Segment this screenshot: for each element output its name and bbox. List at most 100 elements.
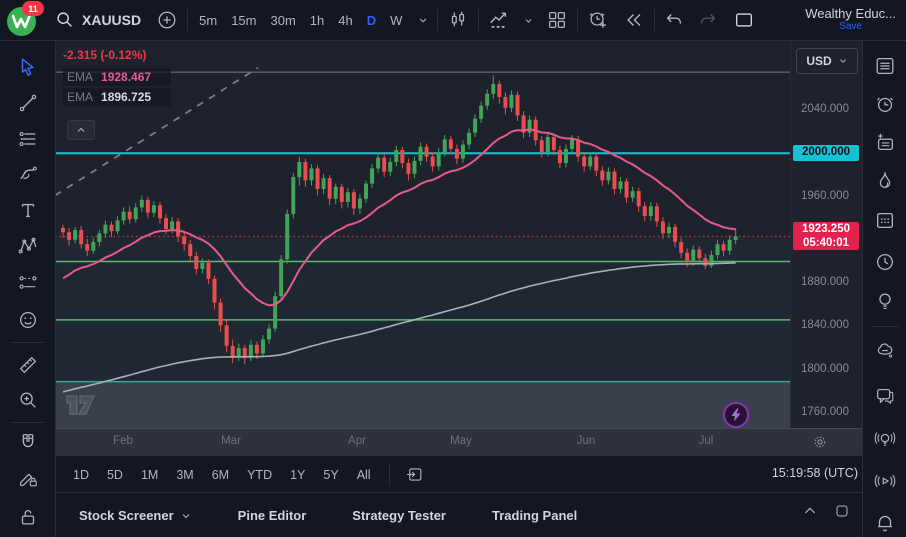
- ideas-button[interactable]: [868, 284, 902, 318]
- streams-button[interactable]: [868, 464, 902, 498]
- range-button-1y[interactable]: 1Y: [282, 464, 313, 486]
- redo-button[interactable]: [693, 5, 723, 35]
- undo-icon: [663, 9, 685, 31]
- price-tick: 2040.000: [801, 103, 849, 115]
- layout-grid-button[interactable]: [541, 5, 573, 35]
- range-button-5y[interactable]: 5Y: [315, 464, 346, 486]
- flame-icon: [874, 170, 896, 192]
- live-ideas-button[interactable]: [868, 422, 902, 456]
- range-button-3m[interactable]: 3M: [168, 464, 201, 486]
- month-label: Apr: [348, 435, 366, 447]
- go-to-date-button[interactable]: [400, 462, 430, 488]
- footer-tab-pine-editor[interactable]: Pine Editor: [228, 502, 317, 529]
- time-axis[interactable]: FebMarAprMayJunJul: [55, 428, 862, 456]
- account-menu[interactable]: Wealthy Educ... Save: [805, 7, 896, 33]
- position-tool-button[interactable]: [11, 266, 45, 300]
- range-button-1m[interactable]: 1M: [133, 464, 166, 486]
- chart-style-button[interactable]: [442, 5, 474, 35]
- main-area: USD 2040.0001960.0001880.0001840.0001800…: [55, 40, 862, 537]
- panel-maximize-button[interactable]: [834, 503, 850, 519]
- axis-settings-button[interactable]: [803, 431, 837, 453]
- divider: [11, 342, 44, 343]
- drawing-toolbar: [0, 40, 56, 537]
- compare-add-button[interactable]: [151, 5, 183, 35]
- watchlist-button[interactable]: [868, 49, 902, 83]
- magnet-tool-button[interactable]: [11, 425, 45, 459]
- minds-button[interactable]: [868, 334, 902, 368]
- ema-legend-row[interactable]: EMA 1928.467: [63, 68, 171, 86]
- notification-badge: 11: [22, 1, 44, 16]
- brush-tool-button[interactable]: [11, 157, 45, 191]
- timeframe-button-30m[interactable]: 30m: [263, 5, 302, 35]
- clock-display[interactable]: 15:19:58 (UTC): [772, 466, 858, 480]
- zoom-in-icon: [17, 389, 39, 411]
- zoom-in-button[interactable]: [11, 383, 45, 417]
- layout-rect-icon: [733, 9, 755, 31]
- right-sidebar: [862, 40, 906, 537]
- tradingview-watermark: [65, 392, 101, 418]
- fib-tool-button[interactable]: [11, 122, 45, 156]
- chart-pane[interactable]: USD 2040.0001960.0001880.0001840.0001800…: [55, 40, 862, 428]
- range-button-ytd[interactable]: YTD: [239, 464, 280, 486]
- calendar-button[interactable]: [868, 203, 902, 237]
- boost-badge[interactable]: [723, 402, 749, 428]
- separator: [437, 9, 438, 31]
- chat-button[interactable]: [868, 379, 902, 413]
- currency-button[interactable]: USD: [796, 48, 858, 74]
- world-clock-button[interactable]: [868, 245, 902, 279]
- range-button-all[interactable]: All: [349, 464, 379, 486]
- trend-line-icon: [17, 92, 39, 114]
- timeframe-button-4h[interactable]: 4h: [331, 5, 359, 35]
- journal-plus-icon: [874, 131, 896, 153]
- text-tool-button[interactable]: [11, 193, 45, 227]
- save-layout-button[interactable]: [727, 5, 761, 35]
- lock-icon: [17, 506, 39, 528]
- journal-button[interactable]: [868, 125, 902, 159]
- panel-expand-button[interactable]: [802, 503, 818, 519]
- lightbulb-waves-icon: [874, 428, 896, 450]
- emoji-tool-button[interactable]: [11, 303, 45, 337]
- app-logo[interactable]: 11: [6, 3, 40, 37]
- month-label: Jun: [577, 435, 596, 447]
- hotlists-button[interactable]: [868, 164, 902, 198]
- separator: [389, 464, 390, 486]
- footer-tab-trading-panel[interactable]: Trading Panel: [482, 502, 587, 529]
- footer-tabs: Stock Screener Pine Editor Strategy Tester…: [69, 502, 587, 529]
- footer-tab-strategy-tester[interactable]: Strategy Tester: [342, 502, 456, 529]
- ema-legend-row[interactable]: EMA 1896.725: [63, 88, 171, 106]
- range-button-6m[interactable]: 6M: [204, 464, 237, 486]
- bar-replay-button[interactable]: [618, 5, 650, 35]
- ema-value: 1928.467: [101, 70, 151, 84]
- parallel-lines-icon: [17, 128, 39, 150]
- timeframe-menu-button[interactable]: [413, 5, 433, 35]
- chat-icon: [874, 385, 896, 407]
- symbol-search-button[interactable]: XAUUSD: [48, 5, 147, 35]
- timeframe-button-15m[interactable]: 15m: [224, 5, 263, 35]
- indicators-menu-button[interactable]: [519, 5, 537, 35]
- price-axis[interactable]: USD 2040.0001960.0001880.0001840.0001800…: [790, 40, 863, 428]
- drawing-mode-button[interactable]: [11, 461, 45, 495]
- timeframe-button-1h[interactable]: 1h: [303, 5, 331, 35]
- month-label: Mar: [221, 435, 241, 447]
- timeframe-button-5m[interactable]: 5m: [192, 5, 224, 35]
- create-alert-button[interactable]: [582, 5, 614, 35]
- range-button-1d[interactable]: 1D: [65, 464, 97, 486]
- timeframe-button-d[interactable]: D: [360, 5, 383, 35]
- cursor-tool-button[interactable]: [11, 50, 45, 84]
- price-tick: 1760.000: [801, 406, 849, 418]
- notifications-button[interactable]: [868, 505, 902, 537]
- calendar-icon: [874, 209, 896, 231]
- legend-collapse-button[interactable]: [67, 120, 95, 140]
- timeframe-button-w[interactable]: W: [383, 5, 409, 35]
- footer-tab-stock-screener[interactable]: Stock Screener: [69, 502, 202, 529]
- pattern-tool-button[interactable]: [11, 229, 45, 263]
- indicators-button[interactable]: [483, 5, 515, 35]
- lock-drawings-button[interactable]: [11, 500, 45, 534]
- trendline-tool-button[interactable]: [11, 86, 45, 120]
- measure-tool-button[interactable]: [11, 348, 45, 382]
- range-button-5d[interactable]: 5D: [99, 464, 131, 486]
- play-waves-icon: [874, 470, 896, 492]
- undo-button[interactable]: [659, 5, 689, 35]
- alerts-button[interactable]: [868, 87, 902, 121]
- save-link[interactable]: Save: [805, 20, 896, 33]
